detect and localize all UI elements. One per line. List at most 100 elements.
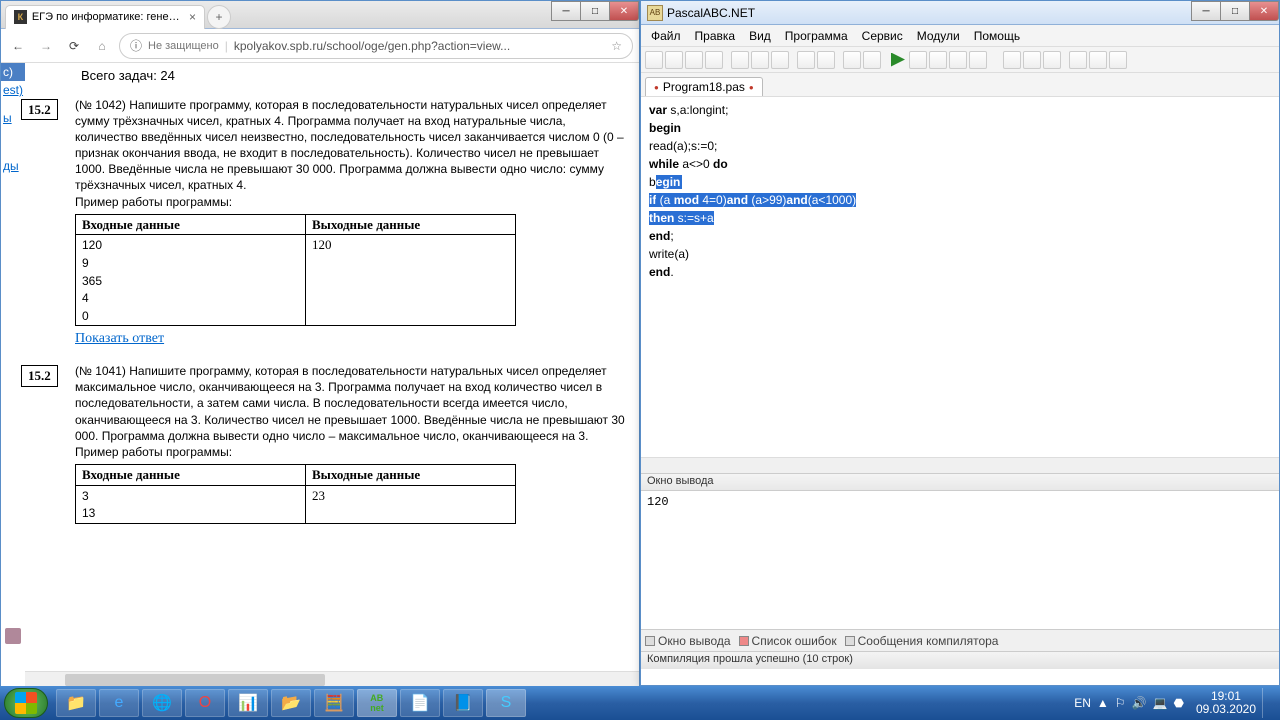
browser-tab[interactable]: К ЕГЭ по информатике: генератор ×: [5, 5, 205, 29]
windows-icon: [15, 692, 37, 714]
ide-window: AB PascalABC.NET ─ □ ✕ Файл Правка Вид П…: [640, 0, 1280, 686]
task-number-badge: 15.2: [21, 99, 58, 121]
file-tab[interactable]: ●Program18.pas●: [645, 77, 763, 96]
ide-titlebar[interactable]: AB PascalABC.NET ─ □ ✕: [641, 1, 1279, 25]
toolbar: [641, 47, 1279, 73]
menu-file[interactable]: Файл: [645, 27, 687, 45]
tray-net-icon[interactable]: 💻: [1153, 696, 1168, 710]
ide-title: PascalABC.NET: [667, 6, 755, 20]
taskbar-chrome-icon[interactable]: 🌐: [142, 689, 182, 717]
taskbar-pascal-icon[interactable]: ABnet: [357, 689, 397, 717]
output-panel-label: Окно вывода: [641, 473, 1279, 491]
tb-saveall-icon[interactable]: [705, 51, 723, 69]
tb-opt1-icon[interactable]: [1069, 51, 1087, 69]
minimize-button[interactable]: ─: [1191, 1, 1221, 21]
tab-output[interactable]: Окно вывода: [645, 634, 731, 648]
tb-open-icon[interactable]: [665, 51, 683, 69]
taskbar-folder-icon[interactable]: 📂: [271, 689, 311, 717]
tb-compile-icon[interactable]: [969, 51, 987, 69]
menu-help[interactable]: Помощь: [968, 27, 1026, 45]
reload-button[interactable]: ⟳: [63, 35, 85, 57]
tray-sound-icon[interactable]: 🔊: [1132, 696, 1147, 710]
code-editor[interactable]: var s,a:longint; begin read(a);s:=0; whi…: [641, 97, 1279, 473]
show-answer-link[interactable]: Показать ответ: [75, 331, 164, 346]
browser-titlebar[interactable]: К ЕГЭ по информатике: генератор × + ─ □ …: [1, 1, 639, 29]
menu-service[interactable]: Сервис: [856, 27, 909, 45]
tb-opt2-icon[interactable]: [1089, 51, 1107, 69]
forward-button[interactable]: →: [35, 35, 57, 57]
taskbar-ie-icon[interactable]: e: [99, 689, 139, 717]
sidebar-item[interactable]: est): [1, 81, 25, 99]
tb-paste-icon[interactable]: [771, 51, 789, 69]
taskbar-explorer-icon[interactable]: 📁: [56, 689, 96, 717]
io-table: Входные данныеВыходные данные 31323: [75, 464, 516, 524]
security-label: Не защищено: [148, 40, 219, 52]
taskbar-app-icon[interactable]: 📊: [228, 689, 268, 717]
star-icon[interactable]: ☆: [611, 39, 622, 53]
taskbar-app-icon[interactable]: 📘: [443, 689, 483, 717]
tb-step-icon[interactable]: [909, 51, 927, 69]
start-button[interactable]: [4, 688, 48, 718]
sidebar-item[interactable]: с): [1, 63, 25, 81]
sidebar-item[interactable]: ды: [1, 157, 25, 175]
tab-close-icon[interactable]: ×: [189, 10, 196, 24]
tb-panel2-icon[interactable]: [1023, 51, 1041, 69]
task-text: (№ 1042) Напишите программу, которая в п…: [75, 97, 629, 194]
tb-redo-icon[interactable]: [817, 51, 835, 69]
tb-navback-icon[interactable]: [843, 51, 861, 69]
menu-edit[interactable]: Правка: [689, 27, 742, 45]
tab-title: ЕГЭ по информатике: генератор: [32, 11, 184, 23]
tab-compiler[interactable]: Сообщения компилятора: [845, 634, 999, 648]
menu-program[interactable]: Программа: [779, 27, 854, 45]
errors-icon: [739, 636, 749, 646]
tb-opt3-icon[interactable]: [1109, 51, 1127, 69]
menu-bar: Файл Правка Вид Программа Сервис Модули …: [641, 25, 1279, 47]
ide-app-icon: AB: [647, 5, 663, 21]
tb-panel3-icon[interactable]: [1043, 51, 1061, 69]
avatar-icon: [5, 628, 21, 644]
page-content: с) est) ы ды Всего задач: 24 15.2 (№ 104…: [1, 63, 639, 687]
tray-lang[interactable]: EN: [1074, 696, 1091, 710]
tray-flag-icon[interactable]: ▲: [1097, 696, 1109, 710]
menu-modules[interactable]: Модули: [911, 27, 966, 45]
taskbar-app-icon[interactable]: 📄: [400, 689, 440, 717]
address-bar: ← → ⟳ ⌂ ⓘ Не защищено | kpolyakov.spb.ru…: [1, 29, 639, 63]
modified-icon: ●: [749, 83, 754, 92]
tb-run-button[interactable]: [889, 51, 907, 69]
tray-clock[interactable]: 19:0109.03.2020: [1196, 690, 1256, 716]
tb-copy-icon[interactable]: [751, 51, 769, 69]
input-cell: 313: [76, 485, 306, 523]
tb-panel1-icon[interactable]: [1003, 51, 1021, 69]
tray-action-icon[interactable]: ⚐: [1115, 696, 1126, 710]
maximize-button[interactable]: □: [580, 1, 610, 21]
tab-errors[interactable]: Список ошибок: [739, 634, 837, 648]
menu-view[interactable]: Вид: [743, 27, 777, 45]
show-desktop-button[interactable]: [1262, 688, 1270, 718]
close-button[interactable]: ✕: [1249, 1, 1279, 21]
tray-app-icon[interactable]: ⬣: [1173, 696, 1183, 710]
new-tab-button[interactable]: +: [207, 5, 231, 29]
horizontal-scrollbar[interactable]: [25, 671, 639, 687]
tb-cut-icon[interactable]: [731, 51, 749, 69]
taskbar-skype-icon[interactable]: S: [486, 689, 526, 717]
output-panel[interactable]: 120: [641, 491, 1279, 629]
taskbar-opera-icon[interactable]: O: [185, 689, 225, 717]
tb-navfwd-icon[interactable]: [863, 51, 881, 69]
minimize-button[interactable]: ─: [551, 1, 581, 21]
close-button[interactable]: ✕: [609, 1, 639, 21]
back-button[interactable]: ←: [7, 35, 29, 57]
url-field[interactable]: ⓘ Не защищено | kpolyakov.spb.ru/school/…: [119, 33, 633, 59]
tb-save-icon[interactable]: [685, 51, 703, 69]
output-cell: 23: [306, 485, 516, 523]
tb-new-icon[interactable]: [645, 51, 663, 69]
taskbar-app-icon[interactable]: 🧮: [314, 689, 354, 717]
io-table: Входные данныеВыходные данные 1209365401…: [75, 214, 516, 326]
editor-scrollbar[interactable]: [641, 457, 1279, 473]
tb-undo-icon[interactable]: [797, 51, 815, 69]
home-button[interactable]: ⌂: [91, 35, 113, 57]
task-count: Всего задач: 24: [81, 67, 629, 85]
tb-stop-icon[interactable]: [949, 51, 967, 69]
maximize-button[interactable]: □: [1220, 1, 1250, 21]
task-text: (№ 1041) Напишите программу, которая в п…: [75, 363, 629, 460]
tb-stepover-icon[interactable]: [929, 51, 947, 69]
